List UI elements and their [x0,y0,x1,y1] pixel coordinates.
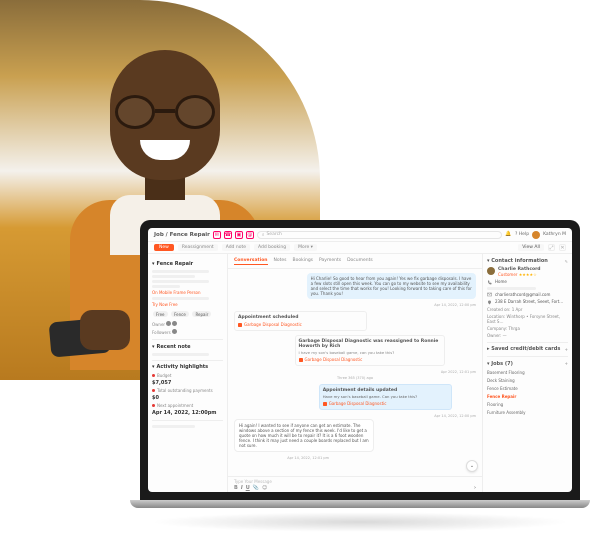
outstanding-value: $0 [152,395,223,401]
trial-link[interactable]: Try Now Free [152,302,223,307]
underline-icon[interactable]: U [246,485,250,491]
message-outgoing: Hi Charlie! So good to hear from you aga… [307,273,476,299]
laptop-mockup: Job / Fence Repair ✉ ☎ ▣ @ ⌕ Search 🔔 ? … [140,220,580,520]
job-item-selected[interactable]: Fence Repair [487,394,568,399]
close-icon[interactable]: ✕ [559,244,566,251]
help-link[interactable]: ? Help [515,232,529,237]
timestamp: Apr 14, 2022, 12:01 pm [287,456,476,460]
budget-value: $7,057 [152,380,223,386]
right-panel: ▾ Contact information✎ Charlie Rathcord … [482,254,572,492]
view-all-button[interactable]: View All [518,244,544,251]
search-icon: ⌕ [262,232,265,238]
tag[interactable]: Free [153,311,168,317]
phone-icon[interactable]: ☎ [224,231,232,239]
action-bar: New Reassignment Add note Add booking Mo… [148,242,572,254]
contact-phone[interactable]: Home [487,279,568,285]
contact-avatar [487,267,495,275]
timestamp: Apr 14, 2022, 12:00 pm [234,414,476,418]
user-name[interactable]: Kathryn M [543,232,566,237]
italic-icon[interactable]: I [241,485,243,491]
contact-info-title: Contact information [491,258,548,264]
tab-documents[interactable]: Documents [347,257,373,265]
send-icon[interactable]: › [474,485,476,491]
contact-role: Customer [498,272,517,277]
job-item[interactable]: Flooring [487,402,568,407]
chat-thread: Hi Charlie! So good to hear from you aga… [228,269,482,476]
card-link[interactable]: Garbage Disposal Diagnostic [323,401,448,406]
add-booking-button[interactable]: Add booking [254,244,290,251]
chevron-down-icon[interactable]: ▾ [152,261,155,267]
breadcrumb[interactable]: Job / Fence Repair [154,232,210,238]
app-screen: Job / Fence Repair ✉ ☎ ▣ @ ⌕ Search 🔔 ? … [148,228,572,492]
attach-icon[interactable]: 📎 [253,485,259,491]
composer-placeholder: Type Your Message [234,479,476,484]
contact-address[interactable]: 238 E Darrah Street, Seeet, Fort… [487,299,568,305]
video-icon[interactable]: ▣ [235,231,243,239]
sms-icon[interactable]: ✉ [213,231,221,239]
tab-bookings[interactable]: Bookings [293,257,314,265]
scroll-down-button[interactable]: ⌄ [466,460,478,472]
recent-note-title: Recent note [157,344,191,350]
tab-payments[interactable]: Payments [319,257,341,265]
contact-email[interactable]: charlierathcord@gmail.com [487,292,568,298]
job-title: Fence Repair [157,261,194,267]
chevron-down-icon: ⌄ [470,463,474,469]
edit-icon[interactable]: ✎ [565,259,568,264]
emoji-icon[interactable]: ☺ [262,485,267,491]
timestamp: Apr 14, 2022, 12:00 pm [234,303,476,307]
email-icon[interactable]: @ [246,231,254,239]
expand-icon[interactable]: ⤢ [548,244,555,251]
more-button[interactable]: More ▾ [294,244,317,251]
job-item[interactable]: Basement Flooring [487,370,568,375]
owner-link[interactable]: On Mobile Frame Person [152,290,223,295]
center-panel: Conversation Notes Bookings Payments Doc… [228,254,482,492]
tab-notes[interactable]: Notes [274,257,287,265]
event-card[interactable]: Garbage Disposal Diagnostic was reassign… [295,335,445,366]
job-item[interactable]: Fence Estimate [487,386,568,391]
reassign-button[interactable]: Reassignment [178,244,218,251]
message-incoming: Hi again! I wanted to see if anyone can … [234,419,374,452]
tag[interactable]: Repair [192,311,211,317]
event-card[interactable]: Appointment details updated Have my son'… [319,384,452,410]
event-card[interactable]: Appointment scheduled Garbage Disposal D… [234,311,367,331]
rating-stars: ★★★★☆ [519,272,537,277]
search-input[interactable]: ⌕ Search [257,231,502,239]
saved-cards-section[interactable]: ▸ Saved credit/debit cards+ [487,346,568,352]
bell-icon[interactable]: 🔔 [505,231,512,238]
tag[interactable]: Fence [171,311,189,317]
job-item[interactable]: Deck Staining [487,378,568,383]
day-separator: Three 365 (370) ago [234,376,476,380]
highlights-title: Activity highlights [157,364,209,370]
laptop-base [130,500,590,508]
card-link[interactable]: Garbage Disposal Diagnostic [238,322,363,327]
new-button[interactable]: New [154,244,174,251]
laptop-shadow [150,512,570,532]
jobs-section[interactable]: ▾ Jobs (7)+ [487,361,568,367]
topbar: Job / Fence Repair ✉ ☎ ▣ @ ⌕ Search 🔔 ? … [148,228,572,242]
job-item[interactable]: Furniture Assembly [487,410,568,415]
bold-icon[interactable]: B [234,485,238,491]
card-link[interactable]: Garbage Disposal Diagnostic [299,357,441,362]
left-panel: ▾Fence Repair On Mobile Frame Person Try… [148,254,228,492]
tab-conversation[interactable]: Conversation [234,257,268,265]
composer[interactable]: Type Your Message B I U 📎 ☺ › [228,476,482,492]
tabs: Conversation Notes Bookings Payments Doc… [228,254,482,269]
avatar[interactable] [532,231,540,239]
appt-value: Apr 14, 2022, 12:00pm [152,410,223,416]
add-note-button[interactable]: Add note [222,244,250,251]
timestamp: Apr 2022, 12:01 pm [234,370,476,374]
